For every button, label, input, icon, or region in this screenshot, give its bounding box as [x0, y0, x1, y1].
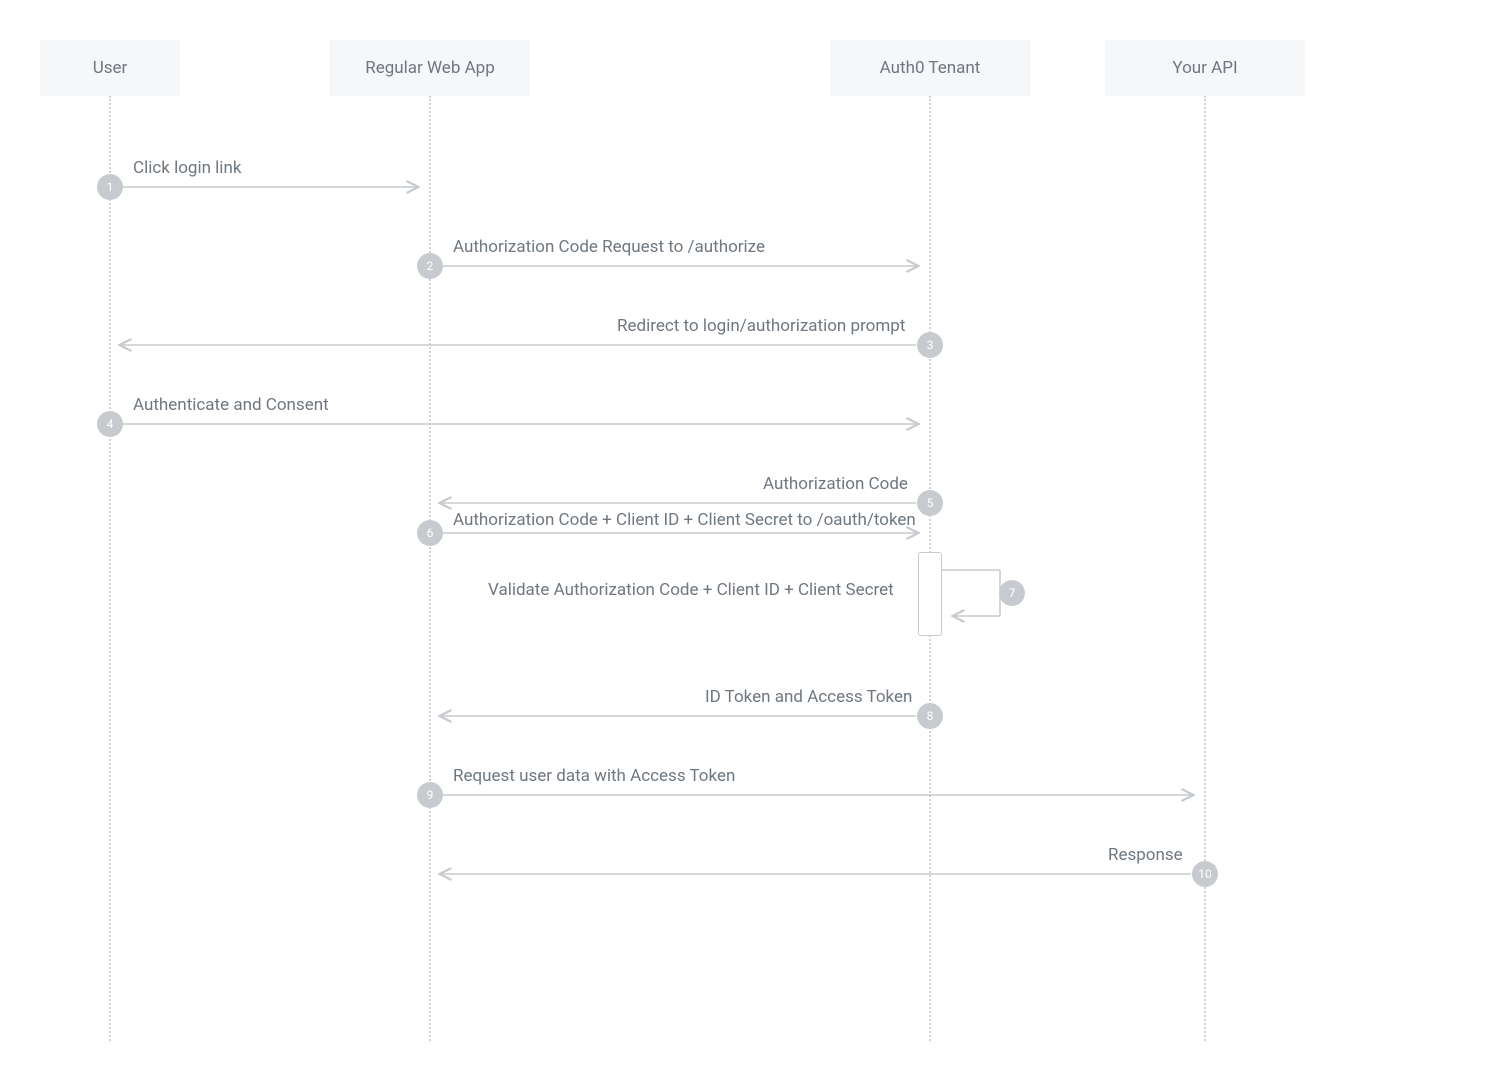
step-badge-10: 10 — [1192, 861, 1218, 887]
msg-3: Redirect to login/authorization prompt — [617, 316, 905, 336]
msg-9: Request user data with Access Token — [453, 766, 735, 786]
participant-user: User — [40, 40, 180, 96]
step-badge-9: 9 — [417, 782, 443, 808]
participant-api: Your API — [1105, 40, 1305, 96]
step-badge-7: 7 — [999, 580, 1025, 606]
msg-8: ID Token and Access Token — [705, 687, 912, 707]
msg-5: Authorization Code — [763, 474, 908, 494]
step-badge-5: 5 — [917, 490, 943, 516]
msg-4: Authenticate and Consent — [133, 395, 329, 415]
msg-10: Response — [1108, 845, 1183, 865]
msg-2: Authorization Code Request to /authorize — [453, 237, 765, 257]
step-badge-6: 6 — [417, 520, 443, 546]
participant-webapp: Regular Web App — [330, 40, 530, 96]
step-badge-2: 2 — [417, 253, 443, 279]
msg-7: Validate Authorization Code + Client ID … — [488, 580, 894, 600]
step-badge-1: 1 — [97, 174, 123, 200]
lifeline-webapp — [429, 96, 431, 1041]
step-badge-8: 8 — [917, 703, 943, 729]
activation-auth0-validate — [918, 552, 942, 636]
msg-1: Click login link — [133, 158, 241, 178]
participant-auth0: Auth0 Tenant — [830, 40, 1030, 96]
msg-6: Authorization Code + Client ID + Client … — [453, 510, 916, 530]
lifeline-user — [109, 96, 111, 1041]
step-badge-4: 4 — [97, 411, 123, 437]
step-badge-3: 3 — [917, 332, 943, 358]
lifeline-api — [1204, 96, 1206, 1041]
